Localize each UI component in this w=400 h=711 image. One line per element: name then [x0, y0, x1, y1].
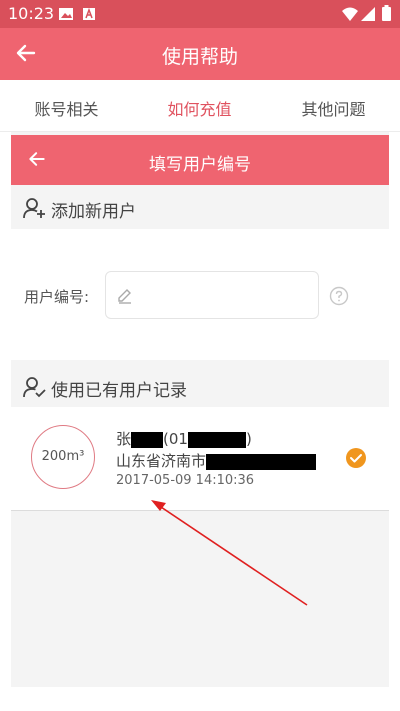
status-time: 10:23 — [8, 4, 55, 23]
help-content-panel: 填写用户编号 添加新用户 用户编号: 使用已有用户记录 200m³ 张 (01) — [11, 132, 389, 687]
page-title: 使用帮助 — [161, 46, 238, 68]
wifi-icon — [342, 6, 358, 25]
signal-icon — [361, 6, 375, 25]
tab-bar: 账号相关 如何充值 其他问题 — [0, 80, 400, 132]
existing-user-section-header: 使用已有用户记录 — [11, 365, 389, 409]
battery-icon — [382, 5, 391, 25]
record-date: 2017-05-09 14:10:36 — [116, 473, 255, 488]
tab-account[interactable]: 账号相关 — [0, 96, 133, 120]
user-id-input[interactable] — [142, 282, 312, 310]
pencil-icon — [116, 286, 134, 308]
user-check-icon — [23, 375, 47, 404]
add-user-icon — [23, 196, 47, 225]
user-record-item[interactable]: 200m³ 张 (01) 山东省济南市 2017-05-09 14:10:36 — [11, 407, 389, 511]
record-name: 张 — [116, 430, 132, 448]
selected-check-icon[interactable] — [345, 447, 367, 473]
add-user-section-header: 添加新用户 — [11, 186, 389, 230]
fill-user-id-header: 填写用户编号 — [11, 135, 389, 185]
existing-user-label: 使用已有用户记录 — [51, 381, 187, 401]
record-id-open: (01 — [163, 430, 188, 448]
record-address-line: 山东省济南市 — [116, 450, 317, 471]
tab-other[interactable]: 其他问题 — [267, 96, 400, 120]
help-question-icon[interactable] — [329, 286, 349, 310]
user-id-label: 用户编号: — [24, 288, 90, 306]
record-name-line: 张 (01) — [116, 428, 252, 449]
user-id-field[interactable] — [105, 271, 319, 319]
redaction-block — [131, 431, 164, 448]
fill-user-id-title: 填写用户编号 — [149, 155, 251, 175]
redaction-block — [206, 453, 317, 470]
add-user-form: 用户编号: — [11, 229, 389, 360]
record-address: 山东省济南市 — [116, 452, 207, 470]
tab-recharge[interactable]: 如何充值 — [133, 96, 266, 120]
app-notification-icon — [82, 6, 96, 25]
usage-badge: 200m³ — [31, 425, 95, 489]
add-user-label: 添加新用户 — [51, 202, 136, 222]
image-icon — [58, 6, 74, 25]
app-bar: 使用帮助 — [0, 28, 400, 80]
redaction-block — [187, 431, 246, 448]
record-id-close: ) — [245, 430, 252, 448]
status-bar: 10:23 — [0, 0, 400, 28]
